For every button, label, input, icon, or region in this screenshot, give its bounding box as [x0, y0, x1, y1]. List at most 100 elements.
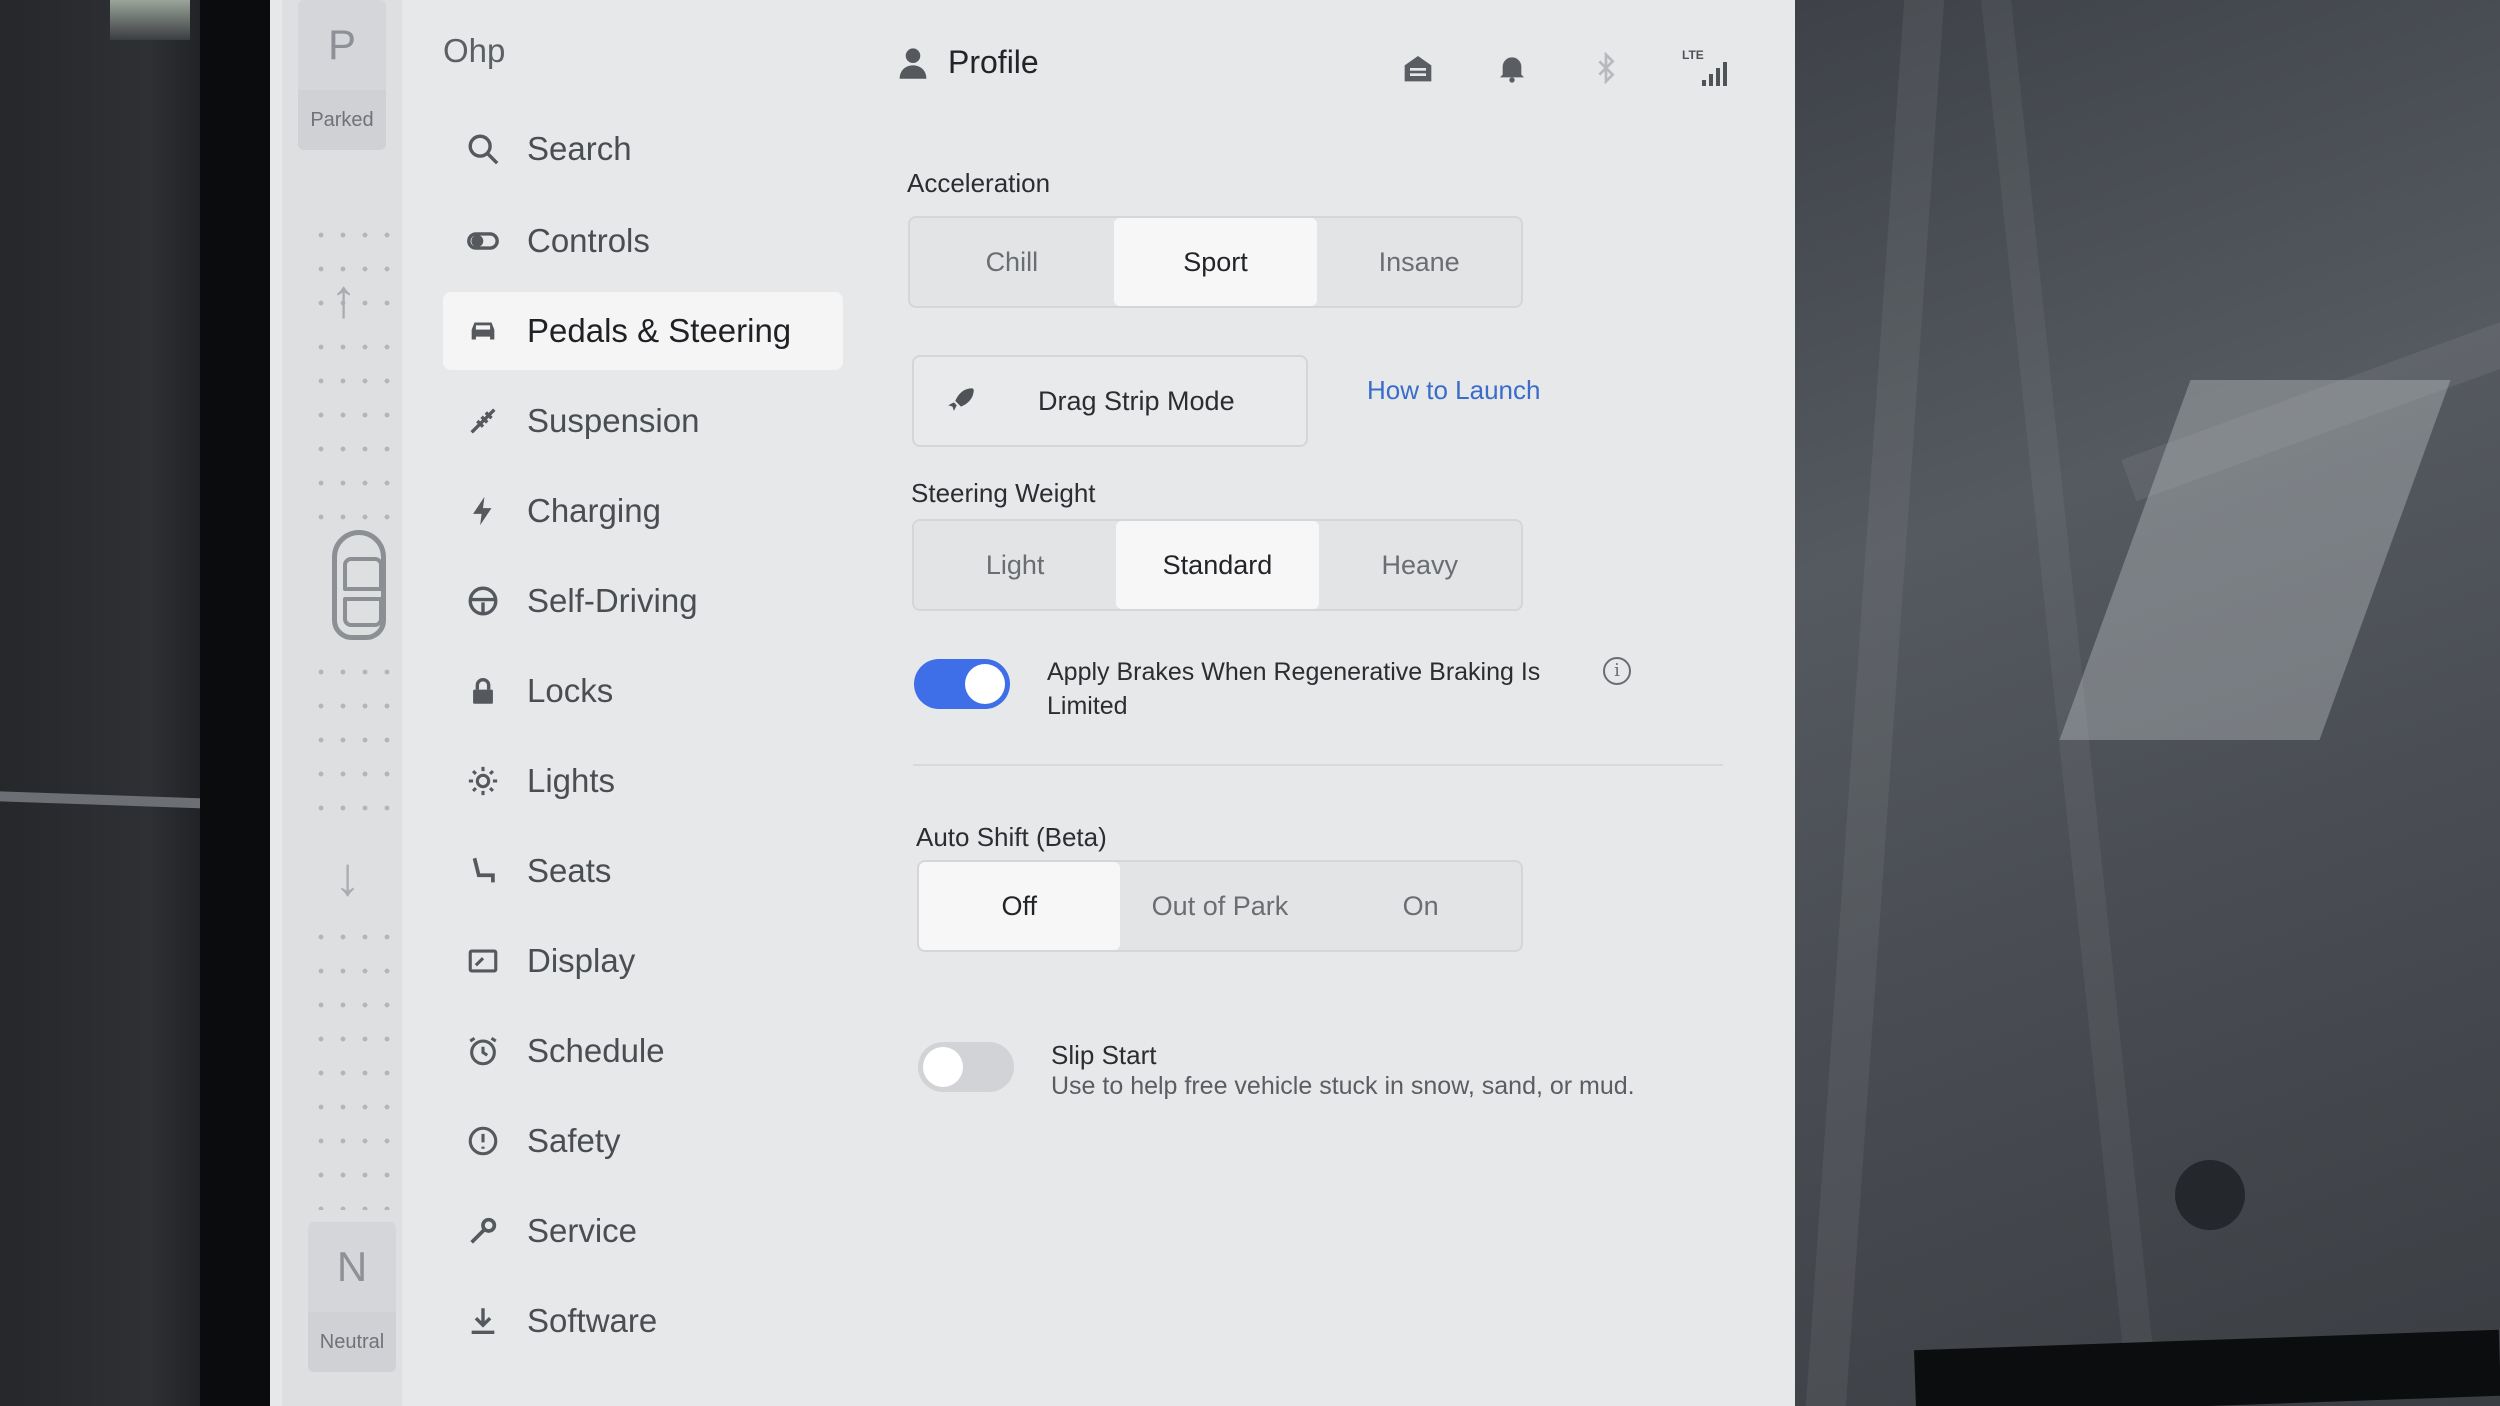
sidebar-item-label: Pedals & Steering	[527, 312, 792, 349]
steering-weight-selector[interactable]: Light Standard Heavy	[912, 519, 1523, 611]
gear-neutral-caption: Neutral	[308, 1312, 396, 1372]
acceleration-option-chill[interactable]: Chill	[910, 218, 1114, 306]
search-icon	[465, 131, 501, 167]
car-icon	[465, 313, 501, 349]
slip-start-description: Use to help free vehicle stuck in snow, …	[1051, 1072, 1635, 1100]
apply-brakes-toggle[interactable]	[914, 659, 1010, 709]
car-top-view-icon	[332, 530, 386, 640]
bell-icon[interactable]	[1494, 50, 1530, 86]
sidebar-item-search[interactable]: Search	[443, 110, 843, 188]
steering-weight-label: Steering Weight	[911, 478, 1096, 508]
profile-button[interactable]: Profile	[898, 44, 1039, 81]
sidebar-item-label: Locks	[527, 672, 614, 709]
gear-neutral-letter: N	[308, 1222, 396, 1312]
sidebar-item-lights[interactable]: Lights	[443, 742, 843, 820]
auto-shift-option-on[interactable]: On	[1320, 862, 1521, 950]
dash-trim-stripe	[0, 791, 210, 809]
acceleration-option-sport[interactable]: Sport	[1113, 218, 1318, 306]
lte-signal-icon: LTE	[1682, 48, 1730, 88]
sidebar-item-schedule[interactable]: Schedule	[443, 1012, 843, 1090]
screen-bezel	[200, 0, 275, 1406]
window-glare	[110, 0, 190, 40]
slip-start-title: Slip Start	[1051, 1040, 1157, 1070]
acceleration-option-insane[interactable]: Insane	[1317, 218, 1521, 306]
sidebar-item-charging[interactable]: Charging	[443, 472, 843, 550]
map-avatar	[2175, 1160, 2245, 1230]
auto-shift-label: Auto Shift (Beta)	[916, 822, 1107, 852]
signal-bar	[1716, 68, 1720, 86]
sidebar-item-label: Controls	[527, 222, 650, 259]
acceleration-selector[interactable]: Chill Sport Insane	[908, 216, 1523, 308]
sidebar-item-software[interactable]: Software	[443, 1282, 843, 1360]
auto-shift-option-out-of-park[interactable]: Out of Park	[1120, 862, 1321, 950]
reverse-down-arrow-icon: ↓	[334, 847, 361, 907]
sidebar-item-display[interactable]: Display	[443, 922, 843, 1000]
sidebar-item-label: Search	[527, 130, 632, 167]
steering-weight-option-heavy[interactable]: Heavy	[1319, 521, 1521, 609]
acceleration-label: Acceleration	[907, 168, 1051, 198]
toggle-icon	[465, 223, 501, 259]
signal-bar	[1709, 74, 1713, 86]
toggle-knob	[923, 1047, 963, 1087]
info-icon[interactable]: i	[1603, 657, 1631, 685]
section-divider	[913, 764, 1723, 766]
warning-circle-icon	[465, 1123, 501, 1159]
sidebar-item-label: Safety	[527, 1122, 621, 1159]
steering-wheel-icon	[465, 583, 501, 619]
gear-track-dots	[310, 655, 390, 825]
display-icon	[465, 943, 501, 979]
status-bar: LTE	[1400, 48, 1730, 88]
seat-icon	[465, 853, 501, 889]
sidebar-item-suspension[interactable]: Suspension	[443, 382, 843, 460]
auto-shift-option-off[interactable]: Off	[919, 862, 1120, 950]
lock-icon	[465, 673, 501, 709]
drag-strip-mode-button[interactable]: Drag Strip Mode	[912, 355, 1308, 447]
sidebar-item-label: Seats	[527, 852, 612, 889]
download-icon	[465, 1303, 501, 1339]
sidebar-item-safety[interactable]: Safety	[443, 1102, 843, 1180]
sidebar-item-controls[interactable]: Controls	[443, 202, 843, 280]
sidebar-item-label: Service	[527, 1212, 638, 1249]
gear-selector[interactable]: P Parked ↑ ↓ N Neutral	[282, 0, 402, 1406]
suspension-icon	[465, 403, 501, 439]
alarm-clock-icon	[465, 1033, 501, 1069]
how-to-launch-link[interactable]: How to Launch	[1367, 375, 1540, 406]
profile-name: Ohp	[443, 32, 506, 69]
toggle-knob	[965, 664, 1005, 704]
sidebar-item-seats[interactable]: Seats	[443, 832, 843, 910]
auto-shift-selector[interactable]: Off Out of Park On	[917, 860, 1523, 952]
garage-icon[interactable]	[1400, 50, 1436, 86]
gear-neutral[interactable]: N Neutral	[308, 1222, 396, 1372]
gear-track-dots	[310, 330, 390, 520]
gear-track-dots	[310, 920, 390, 1210]
signal-bar	[1702, 80, 1706, 86]
sidebar-item-locks[interactable]: Locks	[443, 652, 843, 730]
sidebar-item-pedals-steering[interactable]: Pedals & Steering	[443, 292, 843, 370]
screen-glare	[2059, 380, 2451, 740]
map-view[interactable]	[1795, 0, 2500, 1406]
wrench-icon	[465, 1213, 501, 1249]
signal-bar	[1723, 62, 1727, 86]
gear-park[interactable]: P Parked	[298, 0, 386, 150]
drive-up-arrow-icon: ↑	[330, 269, 357, 329]
sidebar-item-service[interactable]: Service	[443, 1192, 843, 1270]
sidebar-item-label: Schedule	[527, 1032, 665, 1069]
steering-weight-option-light[interactable]: Light	[914, 521, 1116, 609]
person-icon	[899, 47, 927, 79]
bluetooth-icon[interactable]	[1588, 50, 1624, 86]
sidebar-item-label: Self-Driving	[527, 582, 698, 619]
sidebar-item-label: Lights	[527, 762, 616, 799]
settings-screen: P Parked ↑ ↓ N Neutral Ohp Search Contro…	[270, 0, 1795, 1406]
sidebar-item-label: Charging	[527, 492, 661, 529]
sun-icon	[465, 763, 501, 799]
map-bottom-bar	[1914, 1329, 2500, 1406]
gear-park-caption: Parked	[298, 90, 386, 150]
sidebar-item-self-driving[interactable]: Self-Driving	[443, 562, 843, 640]
slip-start-toggle[interactable]	[918, 1042, 1014, 1092]
sidebar-item-label: Display	[527, 942, 636, 979]
map-road	[1805, 0, 1945, 1406]
lte-label: LTE	[1682, 48, 1704, 62]
profile-label: Profile	[948, 44, 1039, 80]
steering-weight-option-standard[interactable]: Standard	[1116, 521, 1319, 609]
drag-strip-mode-label: Drag Strip Mode	[1038, 385, 1235, 416]
